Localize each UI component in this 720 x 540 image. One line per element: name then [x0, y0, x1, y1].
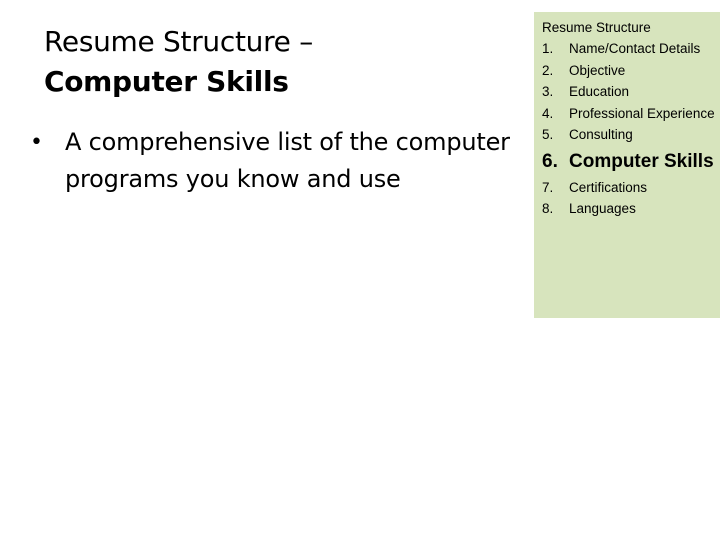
- step-number: 5.: [542, 127, 554, 142]
- step-item-professional-experience: 4. Professional Experience: [542, 103, 718, 125]
- bullet-item: • A comprehensive list of the computer p…: [30, 124, 530, 198]
- step-item-objective: 2. Objective: [542, 60, 718, 82]
- step-label: Consulting: [569, 127, 633, 142]
- step-number: 7.: [542, 179, 554, 195]
- step-item-computer-skills: 6. Computer Skills: [542, 147, 718, 176]
- step-item-languages: 8. Languages: [542, 198, 718, 220]
- step-label: Computer Skills: [569, 150, 714, 172]
- step-number: 4.: [542, 105, 554, 121]
- step-item-education: 3. Education: [542, 81, 718, 103]
- step-label: Languages: [569, 201, 636, 216]
- step-number: 1.: [542, 41, 554, 56]
- step-number: 6.: [542, 150, 558, 172]
- step-number: 8.: [542, 201, 554, 216]
- resume-structure-steps: 1. Name/Contact Details 2. Objective 3. Edu…: [542, 38, 718, 220]
- step-label: Certifications: [569, 179, 648, 195]
- bullet-text: A comprehensive list of the computer pro…: [65, 128, 510, 193]
- resume-structure-title: Resume Structure: [542, 20, 651, 35]
- step-item-certifications: 7. Certifications: [542, 177, 718, 199]
- step-number: 2.: [542, 62, 554, 78]
- step-number: 3.: [542, 84, 554, 99]
- resume-structure-box: Resume Structure 1. Name/Contact Details …: [534, 12, 720, 318]
- step-label: Professional Experience: [569, 105, 715, 121]
- slide-title-line2: Computer Skills: [44, 65, 289, 98]
- step-item-name-contact: 1. Name/Contact Details: [542, 38, 718, 60]
- bullet-dot-icon: •: [30, 130, 43, 155]
- step-label: Objective: [569, 62, 626, 78]
- slide-title: Resume Structure – Computer Skills: [44, 22, 514, 102]
- bullet-list: • A comprehensive list of the computer p…: [30, 124, 530, 198]
- step-label: Name/Contact Details: [569, 41, 701, 56]
- step-item-consulting: 5. Consulting: [542, 124, 718, 146]
- step-label: Education: [569, 84, 630, 99]
- slide-title-line1: Resume Structure –: [44, 25, 313, 58]
